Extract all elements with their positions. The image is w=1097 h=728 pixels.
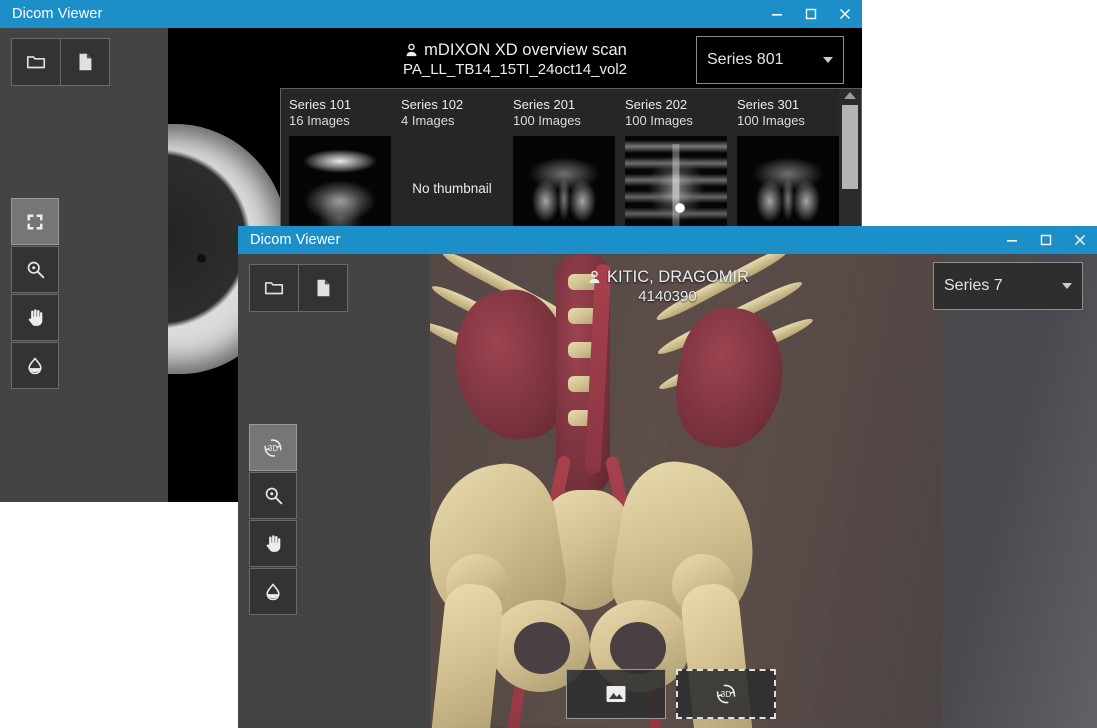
series-panel-scrollbar[interactable] (839, 89, 861, 233)
series-count: 100 Images (737, 113, 805, 128)
chevron-down-icon (1062, 283, 1072, 289)
series-title: Series 102 (401, 97, 464, 112)
open-file-button[interactable] (298, 264, 348, 312)
titlebar-back[interactable]: Dicom Viewer (0, 0, 862, 28)
mri-ventricle (196, 254, 206, 263)
series-count: 100 Images (625, 113, 693, 128)
screen: Dicom Viewer mDIXON XD overview scan PA_… (0, 0, 1097, 728)
close-button[interactable] (828, 0, 862, 28)
series-list-item[interactable]: Series 301 100 Images (729, 89, 841, 233)
file-icon (317, 279, 330, 297)
series-count: 100 Images (513, 113, 581, 128)
window-title: Dicom Viewer (12, 6, 103, 22)
scrollbar-thumb[interactable] (842, 105, 858, 189)
tool-column-back (0, 28, 168, 502)
series-count: 4 Images (401, 113, 455, 128)
series-count: 16 Images (289, 113, 350, 128)
series-title: Series 301 (737, 97, 800, 112)
minimize-button[interactable] (995, 226, 1029, 254)
window-title: Dicom Viewer (250, 232, 341, 248)
series-select-back[interactable]: Series 801 (696, 36, 844, 84)
dicom-viewer-window-front[interactable]: Dicom Viewer KITIC, DRAGOMIR 4140390 3D … (238, 226, 1097, 728)
open-folder-button[interactable] (11, 38, 61, 86)
tool-window-level-button[interactable] (11, 342, 59, 389)
droplet-icon (266, 582, 280, 600)
patient-name: mDIXON XD overview scan (424, 41, 627, 59)
chevron-down-icon (823, 57, 833, 63)
series-dropdown-panel[interactable]: Series 101 16 Images Series 102 4 Images… (280, 88, 862, 234)
window-controls-front (995, 226, 1097, 254)
maximize-button[interactable] (1029, 226, 1063, 254)
series-thumbnail[interactable] (289, 136, 391, 233)
series-thumbnail[interactable] (625, 136, 727, 233)
window-controls-back (760, 0, 862, 28)
file-icon (79, 53, 92, 71)
magnifier-icon (265, 487, 282, 505)
series-list-item[interactable]: Series 201 100 Images (505, 89, 617, 233)
titlebar-front[interactable]: Dicom Viewer (238, 226, 1097, 254)
view-mode-bar: 3D (566, 669, 776, 719)
tool-zoom-button[interactable] (11, 246, 59, 293)
hand-icon (28, 309, 42, 326)
magnifier-icon (27, 261, 44, 279)
series-list-item[interactable]: Series 102 4 Images No thumbnail (393, 89, 505, 233)
expand-icon (27, 214, 43, 229)
series-select-value: Series 801 (707, 51, 784, 68)
minimize-button[interactable] (760, 0, 794, 28)
tool-fullscreen-button[interactable] (11, 198, 59, 245)
droplet-icon (28, 356, 42, 374)
volume-3d-mode-button[interactable]: 3D (676, 669, 776, 719)
series-list-item[interactable]: Series 101 16 Images (281, 89, 393, 233)
close-button[interactable] (1063, 226, 1097, 254)
folder-icon (26, 56, 46, 69)
hand-icon (266, 535, 280, 552)
series-title: Series 201 (513, 97, 576, 112)
svg-text:3D: 3D (720, 689, 731, 699)
series-thumbnail[interactable] (513, 136, 615, 233)
3d-rotate-icon: 3D (716, 684, 736, 704)
image-icon (606, 686, 626, 702)
window-body-front: KITIC, DRAGOMIR 4140390 3D Series 7 3D (238, 254, 1097, 728)
person-icon (406, 43, 417, 57)
scroll-up-icon[interactable] (844, 92, 856, 99)
tool-window-level-button[interactable] (249, 568, 297, 615)
tool-pan-button[interactable] (11, 294, 59, 341)
svg-text:3D: 3D (268, 444, 278, 453)
open-folder-button[interactable] (249, 264, 299, 312)
series-list-item[interactable]: Series 202 100 Images (617, 89, 729, 233)
series-select-front[interactable]: Series 7 (933, 262, 1083, 310)
series-title: Series 101 (289, 97, 352, 112)
3d-rotate-icon: 3D (264, 438, 282, 457)
folder-icon (264, 282, 284, 295)
series-select-value: Series 7 (944, 277, 1003, 294)
tool-rotate-3d-button[interactable]: 3D (249, 424, 297, 471)
series-no-thumbnail-label: No thumbnail (412, 181, 492, 196)
series-title: Series 202 (625, 97, 688, 112)
image-2d-mode-button[interactable] (566, 669, 666, 719)
tool-zoom-button[interactable] (249, 472, 297, 519)
open-file-button[interactable] (60, 38, 110, 86)
maximize-button[interactable] (794, 0, 828, 28)
series-thumbnail[interactable] (737, 136, 839, 233)
tool-column-front: 3D (238, 254, 430, 728)
tool-pan-button[interactable] (249, 520, 297, 567)
